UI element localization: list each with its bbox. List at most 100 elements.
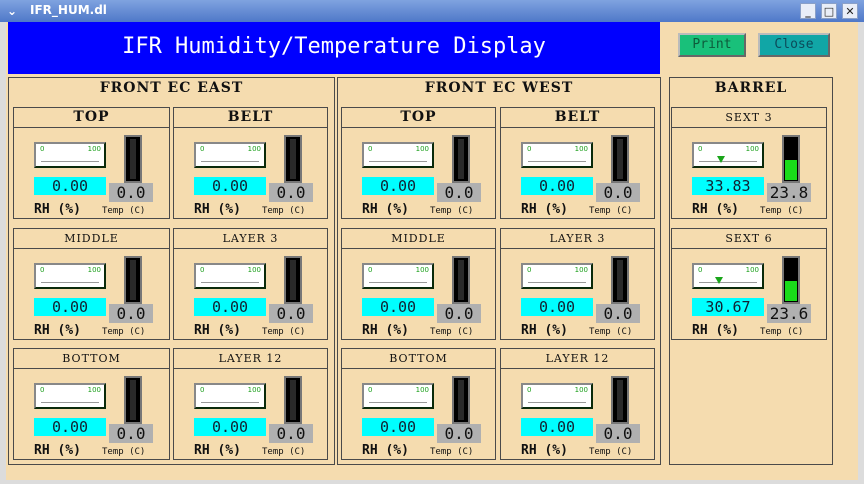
rh-value: 0.00 bbox=[34, 418, 106, 436]
temp-label: Temp (C) bbox=[430, 206, 474, 216]
sensor-panel-layer-3: LAYER 3 0 100 0.00 0.0 RH (%) Temp (C) bbox=[500, 228, 655, 340]
temp-label: Temp (C) bbox=[262, 327, 306, 337]
temp-bar bbox=[452, 376, 470, 424]
temp-label: Temp (C) bbox=[262, 206, 306, 216]
gauge-scale bbox=[528, 276, 586, 283]
gauge-min-label: 0 bbox=[527, 145, 532, 153]
temp-bar-empty bbox=[290, 260, 296, 300]
gauge-scale bbox=[41, 155, 99, 162]
temp-bar-empty bbox=[617, 260, 623, 300]
sensor-panel-top: TOP 0 100 0.00 0.0 RH (%) Temp (C) bbox=[13, 107, 170, 219]
window-menu-icon[interactable]: ⌄ bbox=[4, 3, 20, 19]
temp-value: 0.0 bbox=[437, 183, 481, 202]
rh-label: RH (%) bbox=[194, 323, 241, 338]
rh-gauge: 0 100 bbox=[34, 142, 106, 168]
panel-title: SEXT 3 bbox=[672, 108, 826, 128]
window-titlebar[interactable]: ⌄ IFR_HUM.dl _ □ ✕ bbox=[0, 0, 864, 22]
print-button[interactable]: Print bbox=[678, 33, 746, 57]
gauge-scale bbox=[201, 276, 259, 283]
panel-title: SEXT 6 bbox=[672, 229, 826, 249]
close-icon[interactable]: ✕ bbox=[842, 3, 858, 19]
window-frame-right bbox=[858, 22, 864, 484]
temp-value: 0.0 bbox=[109, 304, 153, 323]
rh-label: RH (%) bbox=[362, 323, 409, 338]
temp-label: Temp (C) bbox=[102, 206, 146, 216]
temp-label: Temp (C) bbox=[262, 447, 306, 457]
temp-bar-empty bbox=[290, 380, 296, 420]
gauge-min-label: 0 bbox=[368, 386, 373, 394]
temp-value: 0.0 bbox=[596, 183, 640, 202]
gauge-min-label: 0 bbox=[527, 386, 532, 394]
temp-bar-fill bbox=[785, 160, 797, 180]
temp-bar bbox=[124, 256, 142, 304]
rh-gauge: 0 100 bbox=[194, 383, 266, 409]
temp-value: 0.0 bbox=[437, 424, 481, 443]
region-title: FRONT EC WEST bbox=[424, 80, 574, 96]
close-button[interactable]: Close bbox=[758, 33, 830, 57]
rh-label: RH (%) bbox=[194, 202, 241, 217]
temp-bar bbox=[452, 135, 470, 183]
gauge-max-label: 100 bbox=[745, 266, 759, 274]
temp-bar-empty bbox=[130, 260, 136, 300]
rh-value: 0.00 bbox=[362, 177, 434, 195]
gauge-max-label: 100 bbox=[574, 145, 588, 153]
rh-label: RH (%) bbox=[692, 202, 739, 217]
temp-label: Temp (C) bbox=[589, 447, 633, 457]
rh-value: 0.00 bbox=[521, 177, 593, 195]
temp-bar-empty bbox=[458, 260, 464, 300]
temp-bar-empty bbox=[617, 380, 623, 420]
gauge-max-label: 100 bbox=[247, 145, 261, 153]
sensor-panel-bottom: BOTTOM 0 100 0.00 0.0 RH (%) Temp (C) bbox=[341, 348, 496, 460]
display-title: IFR Humidity/Temperature Display bbox=[122, 34, 546, 59]
gauge-min-label: 0 bbox=[200, 145, 205, 153]
panel-title: LAYER 12 bbox=[174, 349, 327, 369]
gauge-min-label: 0 bbox=[200, 266, 205, 274]
sensor-panel-top: TOP 0 100 0.00 0.0 RH (%) Temp (C) bbox=[341, 107, 496, 219]
rh-label: RH (%) bbox=[521, 443, 568, 458]
sensor-panel-sext-3: SEXT 3 0 100 33.83 23.8 RH (%) Temp (C) bbox=[671, 107, 827, 219]
gauge-marker-icon bbox=[716, 156, 725, 163]
rh-label: RH (%) bbox=[362, 202, 409, 217]
rh-gauge: 0 100 bbox=[692, 263, 764, 289]
gauge-max-label: 100 bbox=[87, 386, 101, 394]
temp-bar-empty bbox=[458, 139, 464, 179]
sensor-panel-bottom: BOTTOM 0 100 0.00 0.0 RH (%) Temp (C) bbox=[13, 348, 170, 460]
gauge-min-label: 0 bbox=[40, 145, 45, 153]
temp-bar bbox=[284, 256, 302, 304]
gauge-min-label: 0 bbox=[368, 266, 373, 274]
gauge-max-label: 100 bbox=[574, 386, 588, 394]
gauge-marker-icon bbox=[715, 277, 724, 284]
temp-label: Temp (C) bbox=[760, 327, 804, 337]
gauge-scale bbox=[369, 396, 427, 403]
gauge-max-label: 100 bbox=[247, 386, 261, 394]
temp-value: 23.8 bbox=[767, 183, 811, 202]
window-frame-bottom bbox=[0, 480, 864, 484]
temp-label: Temp (C) bbox=[102, 447, 146, 457]
panel-title: TOP bbox=[342, 108, 495, 128]
gauge-max-label: 100 bbox=[87, 145, 101, 153]
gauge-min-label: 0 bbox=[200, 386, 205, 394]
minimize-icon[interactable]: _ bbox=[800, 3, 816, 19]
gauge-scale bbox=[369, 155, 427, 162]
window-title: IFR_HUM.dl bbox=[30, 3, 107, 17]
gauge-scale bbox=[699, 276, 757, 283]
rh-value: 0.00 bbox=[194, 298, 266, 316]
gauge-max-label: 100 bbox=[745, 145, 759, 153]
temp-value: 0.0 bbox=[596, 304, 640, 323]
temp-bar bbox=[782, 256, 800, 304]
maximize-icon[interactable]: □ bbox=[821, 3, 837, 19]
temp-label: Temp (C) bbox=[589, 327, 633, 337]
temp-bar-empty bbox=[458, 380, 464, 420]
temp-bar-empty bbox=[290, 139, 296, 179]
sensor-panel-belt: BELT 0 100 0.00 0.0 RH (%) Temp (C) bbox=[500, 107, 655, 219]
temp-value: 0.0 bbox=[109, 424, 153, 443]
rh-label: RH (%) bbox=[34, 323, 81, 338]
panel-title: BELT bbox=[174, 108, 327, 128]
rh-label: RH (%) bbox=[362, 443, 409, 458]
temp-bar bbox=[124, 376, 142, 424]
rh-value: 30.67 bbox=[692, 298, 764, 316]
gauge-scale bbox=[41, 396, 99, 403]
rh-label: RH (%) bbox=[521, 323, 568, 338]
region-title: FRONT EC EAST bbox=[99, 80, 244, 96]
temp-bar bbox=[611, 376, 629, 424]
